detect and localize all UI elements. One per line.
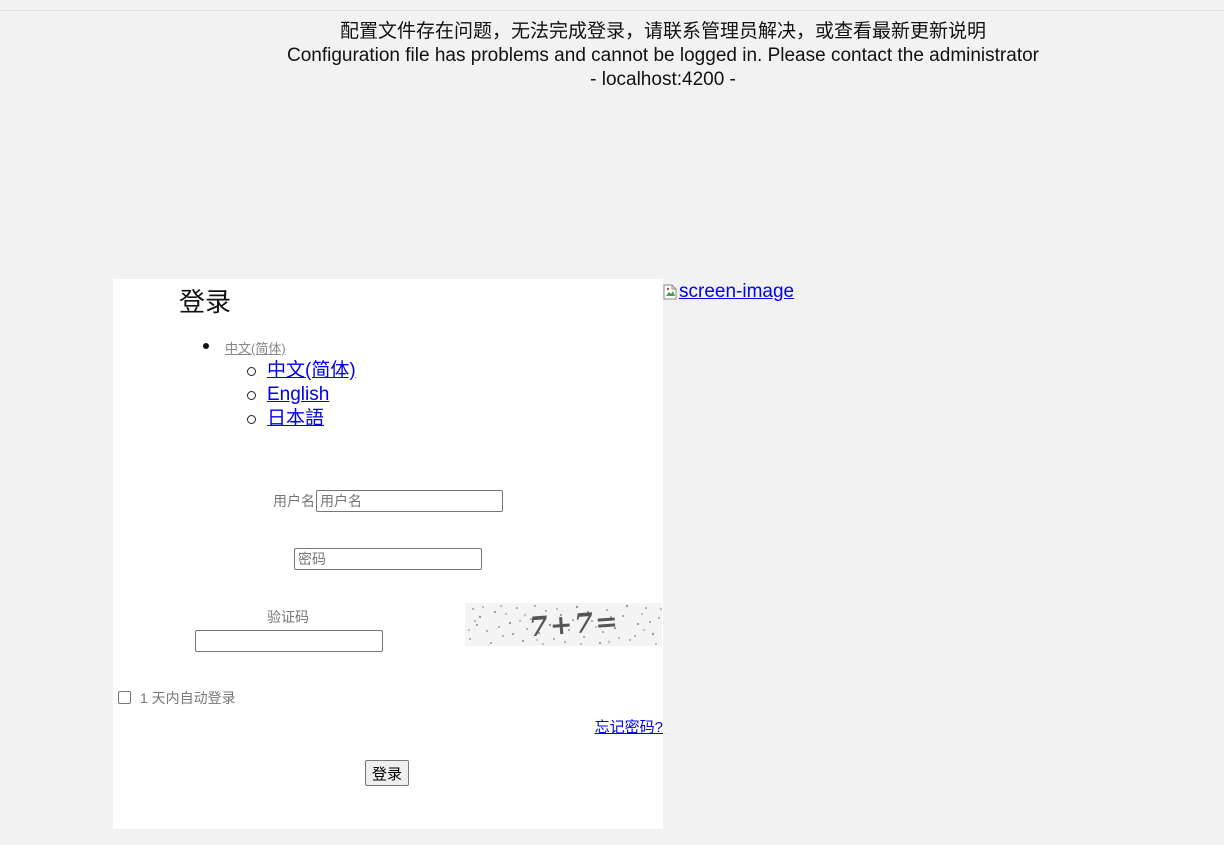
remember-checkbox[interactable] [118, 691, 131, 704]
circle-bullet-icon [247, 391, 256, 400]
config-error-notice: 配置文件存在问题，无法完成登录，请联系管理员解决，或查看最新更新说明 Confi… [0, 20, 1224, 92]
notice-line-english: Configuration file has problems and cann… [286, 45, 1039, 66]
login-title: 登录 [179, 287, 232, 317]
screen-image-alt-text: screen-image [679, 281, 795, 302]
captcha-input[interactable] [195, 630, 383, 652]
broken-image-icon [663, 284, 677, 300]
language-option-english[interactable]: English [267, 384, 329, 405]
language-option: English [247, 383, 356, 407]
captcha-label: 验证码 [267, 609, 309, 625]
notice-line-chinese: 配置文件存在问题，无法完成登录，请联系管理员解决，或查看最新更新说明 [339, 21, 986, 42]
login-button[interactable]: 登录 [365, 760, 410, 786]
forgot-password-link[interactable]: 忘记密码? [595, 719, 663, 737]
top-divider [0, 10, 1224, 11]
login-panel: 登录 中文(简体) 中文(简体) English 日本語 用户名 验证码 [113, 279, 663, 829]
bullet-icon [203, 343, 209, 349]
language-options-list: 中文(简体) English 日本語 [247, 359, 356, 431]
screen-image-link[interactable]: screen-image [663, 280, 794, 304]
captcha-text: 7+7= [528, 606, 621, 643]
notice-host: - localhost:4200 - [590, 69, 736, 90]
language-option: 日本語 [247, 407, 356, 431]
circle-bullet-icon [247, 367, 256, 376]
language-option-zh-cn[interactable]: 中文(简体) [267, 360, 356, 381]
language-option: 中文(简体) [247, 359, 356, 383]
username-label: 用户名 [273, 493, 315, 509]
remember-label: 1 天内自动登录 [140, 690, 236, 706]
password-input[interactable] [294, 548, 482, 570]
language-option-japanese[interactable]: 日本語 [267, 408, 324, 429]
username-input[interactable] [316, 490, 503, 512]
language-selector-current[interactable]: 中文(简体) [225, 341, 286, 357]
circle-bullet-icon [247, 415, 256, 424]
captcha-image[interactable]: 7+7= [465, 603, 662, 646]
